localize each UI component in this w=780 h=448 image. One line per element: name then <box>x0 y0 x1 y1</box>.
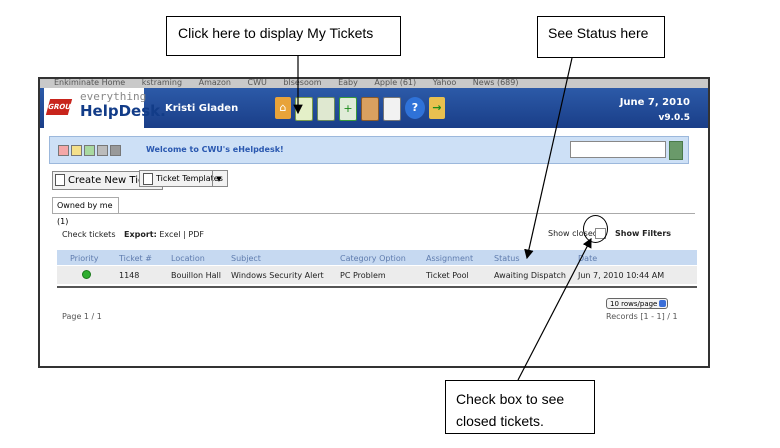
tab-owned-by-me[interactable]: Owned by me (1) <box>52 197 119 226</box>
arrow-to-checkbox <box>517 237 592 381</box>
arrow-to-status <box>524 57 573 260</box>
annotation-arrows <box>293 56 592 381</box>
